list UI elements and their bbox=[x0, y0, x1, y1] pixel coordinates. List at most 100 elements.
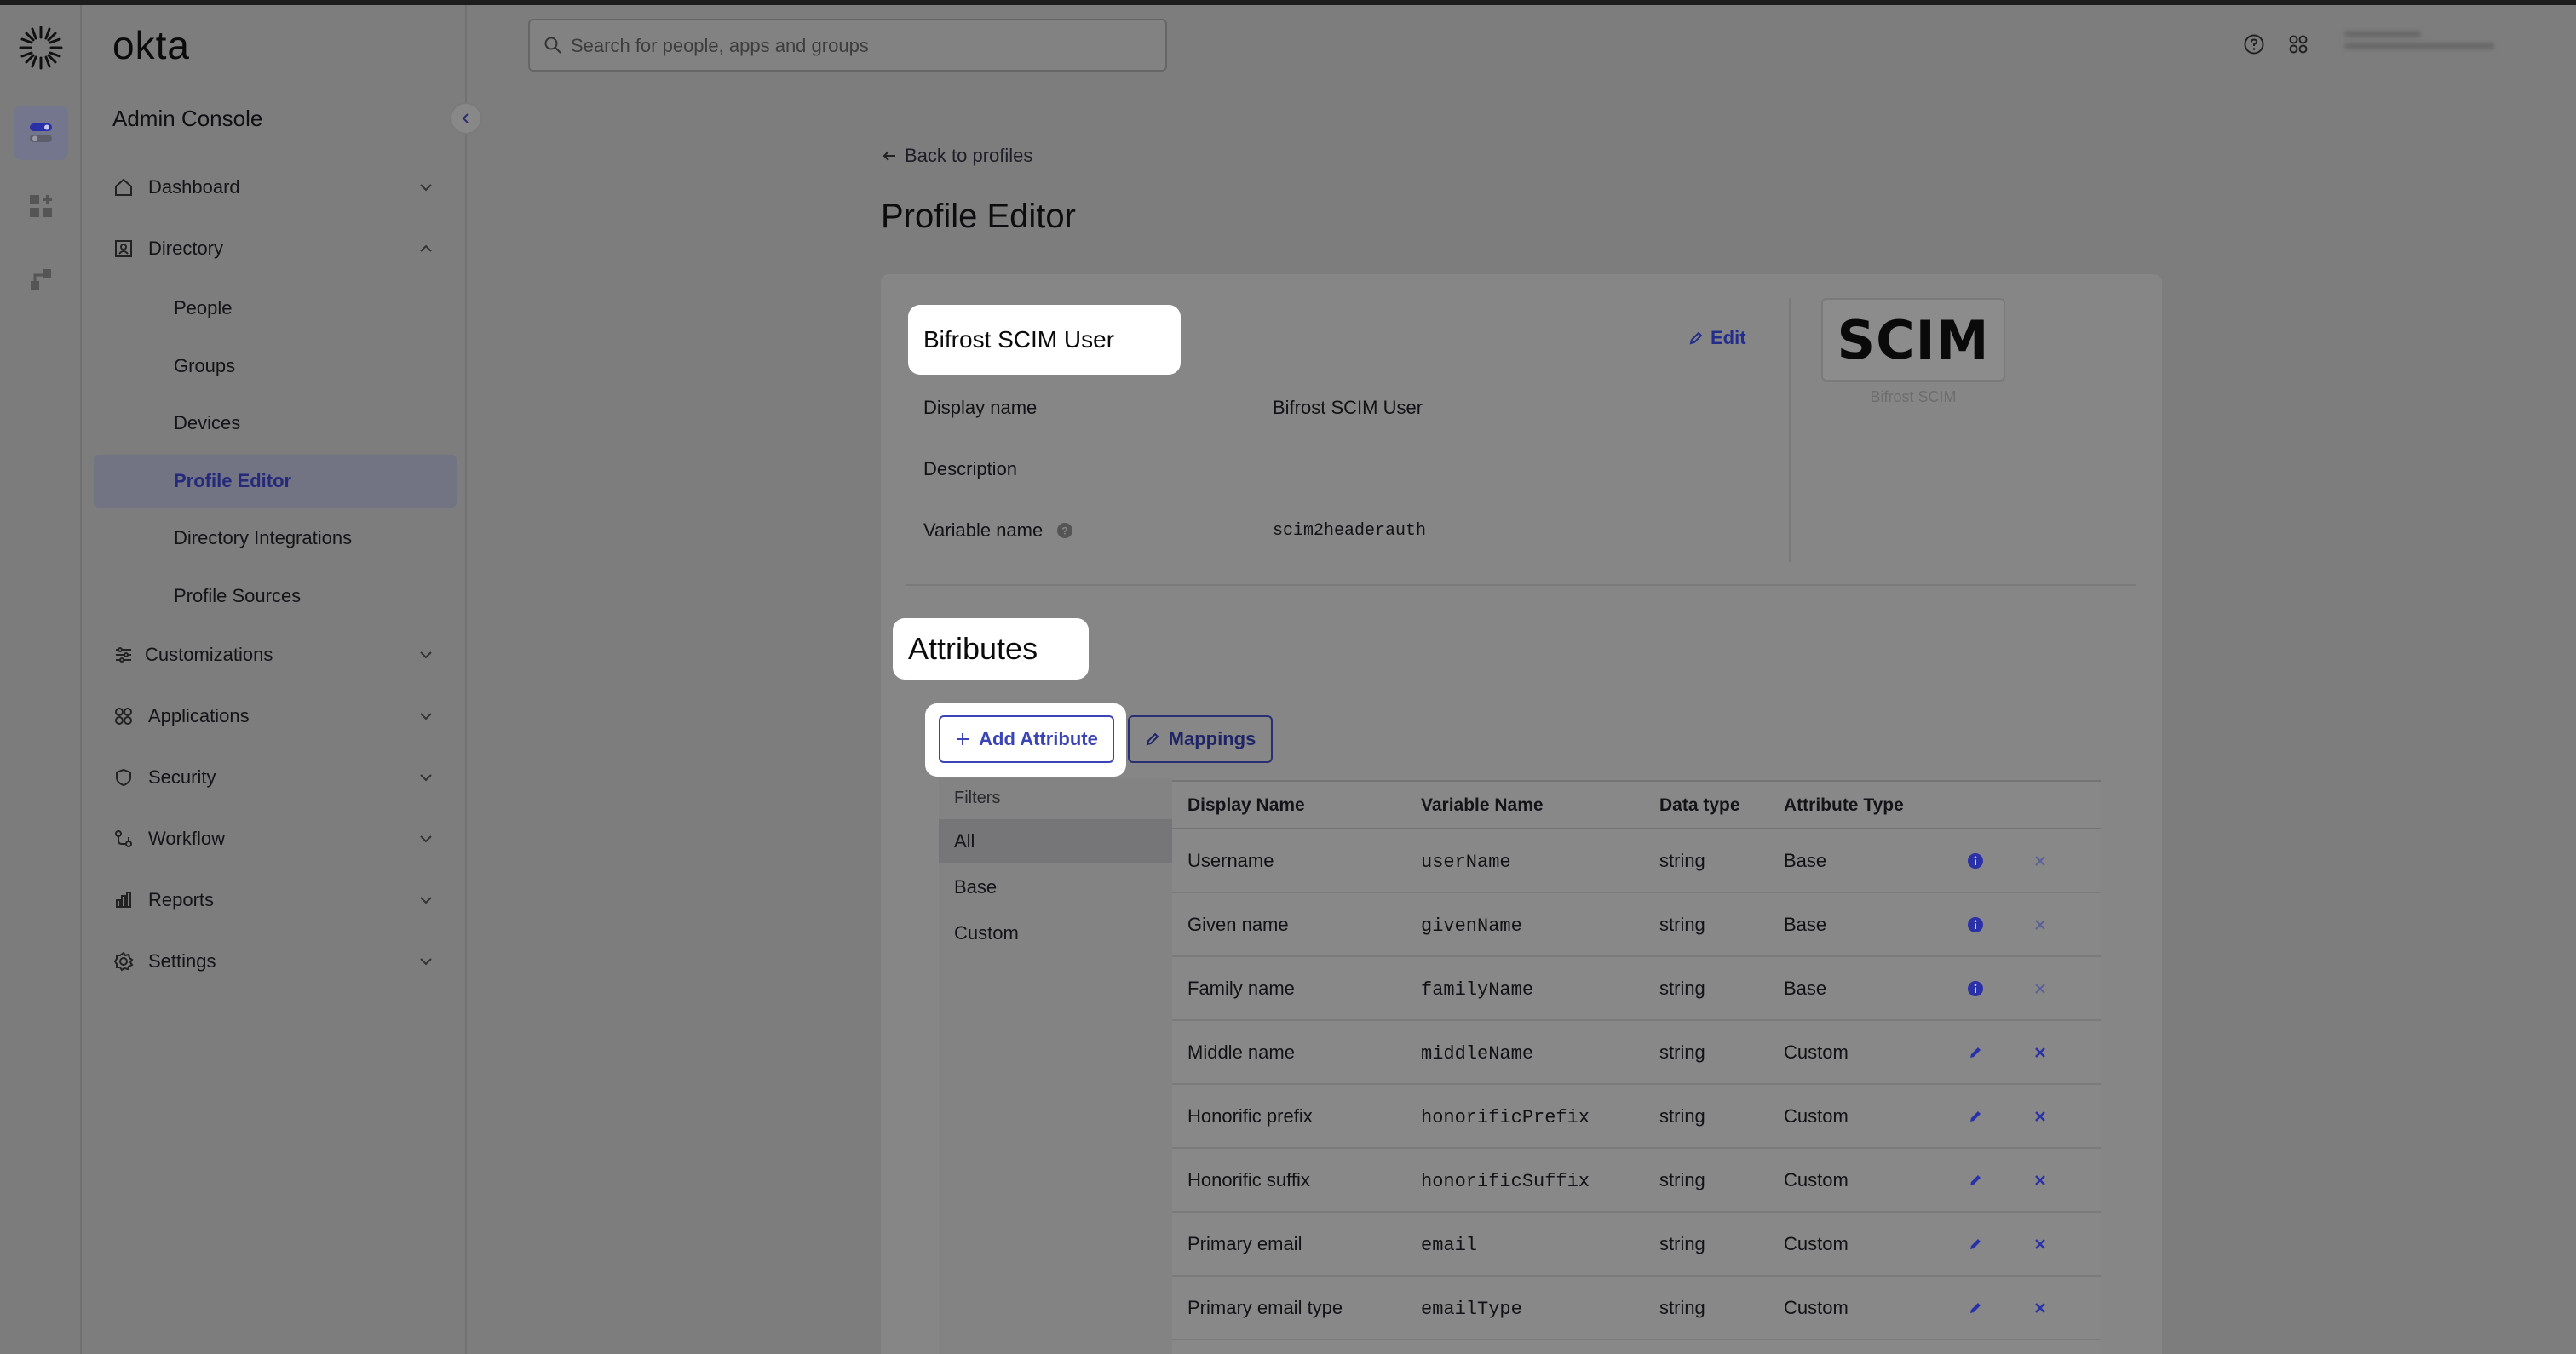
table-row: Honorific prefix honorificPrefix string Cus… bbox=[1172, 1085, 2101, 1149]
delete-x-icon[interactable] bbox=[2029, 1297, 2051, 1319]
svg-text:?: ? bbox=[1062, 525, 1068, 537]
delete-x-icon[interactable] bbox=[2029, 1233, 2051, 1255]
column-header-data-type[interactable]: Data type bbox=[1659, 795, 1740, 816]
sidebar-item-reports[interactable]: Reports bbox=[94, 875, 457, 925]
cell-display-name: Username bbox=[1187, 850, 1274, 871]
variable-name-label-text: Variable name bbox=[923, 519, 1044, 541]
search-icon bbox=[544, 37, 561, 54]
edit-profile-button[interactable]: Edit bbox=[1688, 327, 1746, 349]
column-header-display-name[interactable]: Display Name bbox=[1187, 795, 1305, 816]
info-icon[interactable] bbox=[1964, 850, 1987, 872]
chevron-left-icon bbox=[462, 113, 469, 123]
cell-variable-name: honorificPrefix bbox=[1421, 1107, 1590, 1128]
sidebar-subitem-devices[interactable]: Devices bbox=[94, 397, 457, 450]
edit-pencil-icon[interactable] bbox=[1964, 1233, 1987, 1255]
cell-display-name: Honorific prefix bbox=[1187, 1105, 1313, 1127]
gear-icon bbox=[112, 950, 135, 972]
sidebar-subitem-groups[interactable]: Groups bbox=[94, 340, 457, 393]
cell-data-type: string bbox=[1659, 1041, 1705, 1063]
delete-x-icon[interactable] bbox=[2029, 978, 2051, 1000]
apps-rail-button[interactable] bbox=[14, 179, 68, 233]
info-icon[interactable] bbox=[1964, 978, 1987, 1000]
cell-display-name: Honorific suffix bbox=[1187, 1169, 1310, 1190]
mappings-label: Mappings bbox=[1168, 728, 1256, 749]
sidebar-subitem-profile-sources[interactable]: Profile Sources bbox=[94, 570, 457, 622]
chevron-down-icon bbox=[420, 835, 432, 843]
column-header-variable-name[interactable]: Variable Name bbox=[1421, 795, 1544, 816]
column-header-attribute-type[interactable]: Attribute Type bbox=[1784, 795, 1904, 816]
cell-attribute-type: Base bbox=[1784, 914, 1827, 935]
sidebar-item-settings[interactable]: Settings bbox=[94, 937, 457, 986]
sidebar-item-label: Customizations bbox=[145, 644, 273, 665]
delete-x-icon[interactable] bbox=[2029, 914, 2051, 936]
scim-app-logo: SCIM bbox=[1821, 298, 2005, 382]
flow-icon bbox=[31, 269, 51, 290]
edit-pencil-icon[interactable] bbox=[1964, 1041, 1987, 1064]
bar-chart-icon bbox=[112, 889, 135, 911]
cell-data-type: string bbox=[1659, 1297, 1705, 1318]
search-input[interactable] bbox=[571, 31, 1150, 61]
delete-x-icon[interactable] bbox=[2029, 1105, 2051, 1127]
filter-all[interactable]: All bbox=[939, 819, 1172, 863]
sidebar-subitem-directory-integrations[interactable]: Directory Integrations bbox=[94, 512, 457, 565]
cell-attribute-type: Custom bbox=[1784, 1169, 1849, 1190]
shield-icon bbox=[112, 766, 135, 789]
cell-attribute-type: Custom bbox=[1784, 1041, 1849, 1063]
home-icon bbox=[112, 176, 135, 198]
sidebar-item-workflow[interactable]: Workflow bbox=[94, 814, 457, 863]
toggle-icon bbox=[30, 123, 52, 142]
cell-display-name: Primary email bbox=[1187, 1233, 1302, 1254]
help-circle-icon[interactable]: ? bbox=[1056, 522, 1073, 539]
display-name-label: Display name bbox=[923, 397, 1038, 418]
sidebar-item-label: Directory bbox=[148, 238, 224, 259]
directory-icon bbox=[112, 238, 135, 260]
cell-data-type: string bbox=[1659, 914, 1705, 935]
add-attribute-button[interactable]: Add Attribute bbox=[939, 715, 1114, 763]
edit-pencil-icon[interactable] bbox=[1964, 1105, 1987, 1127]
app-switcher-icon[interactable] bbox=[2286, 32, 2310, 56]
sidebar-item-directory[interactable]: Directory bbox=[94, 224, 457, 273]
cell-attribute-type: Base bbox=[1784, 850, 1827, 871]
plus-icon bbox=[957, 733, 969, 745]
workflow-rail-button[interactable] bbox=[14, 252, 68, 307]
collapse-sidebar-button[interactable] bbox=[450, 102, 482, 135]
sidebar-subitem-profile-editor[interactable]: Profile Editor bbox=[94, 455, 457, 508]
delete-x-icon[interactable] bbox=[2029, 850, 2051, 872]
sidebar-subitem-label: Profile Sources bbox=[174, 585, 302, 606]
cell-attribute-type: Custom bbox=[1784, 1233, 1849, 1254]
variable-name-label: Variable name ? bbox=[923, 519, 1073, 542]
cell-variable-name: familyName bbox=[1421, 979, 1534, 1001]
edit-pencil-icon[interactable] bbox=[1964, 1169, 1987, 1191]
help-icon[interactable] bbox=[2242, 32, 2266, 56]
global-search[interactable] bbox=[528, 19, 1167, 72]
table-row: Username userName string Base bbox=[1172, 829, 2101, 893]
edit-pencil-icon[interactable] bbox=[1964, 1297, 1987, 1319]
table-row: Primary email type emailType string Custom bbox=[1172, 1277, 2101, 1340]
okta-sunburst-icon[interactable] bbox=[17, 24, 65, 72]
mappings-button[interactable]: Mappings bbox=[1128, 715, 1273, 763]
back-to-profiles-link[interactable]: Back to profiles bbox=[881, 145, 1032, 167]
admin-rail-button[interactable] bbox=[14, 106, 68, 160]
sidebar-subitem-people[interactable]: People bbox=[94, 282, 457, 335]
sidebar-item-dashboard[interactable]: Dashboard bbox=[94, 163, 457, 212]
info-icon[interactable] bbox=[1964, 914, 1987, 936]
chevron-up-icon bbox=[420, 244, 432, 252]
table-row: Primary email email string Custom bbox=[1172, 1213, 2101, 1277]
cell-attribute-type: Custom bbox=[1784, 1105, 1849, 1127]
filter-custom[interactable]: Custom bbox=[939, 911, 1172, 955]
cell-attribute-type: Custom bbox=[1784, 1297, 1849, 1318]
sidebar-item-applications[interactable]: Applications bbox=[94, 691, 457, 741]
delete-x-icon[interactable] bbox=[2029, 1041, 2051, 1064]
sidebar-item-label: Settings bbox=[148, 950, 216, 972]
chevron-down-icon bbox=[420, 897, 432, 904]
pencil-icon bbox=[1146, 732, 1159, 746]
edit-label: Edit bbox=[1711, 327, 1746, 348]
chevron-down-icon bbox=[420, 184, 432, 192]
variable-name-value: scim2headerauth bbox=[1273, 521, 1427, 541]
sidebar-item-security[interactable]: Security bbox=[94, 753, 457, 802]
filter-base[interactable]: Base bbox=[939, 865, 1172, 909]
sidebar-item-customizations[interactable]: Customizations bbox=[94, 630, 457, 680]
sidebar-item-label: Dashboard bbox=[148, 176, 240, 198]
delete-x-icon[interactable] bbox=[2029, 1169, 2051, 1191]
user-menu-redacted[interactable] bbox=[2344, 26, 2494, 65]
